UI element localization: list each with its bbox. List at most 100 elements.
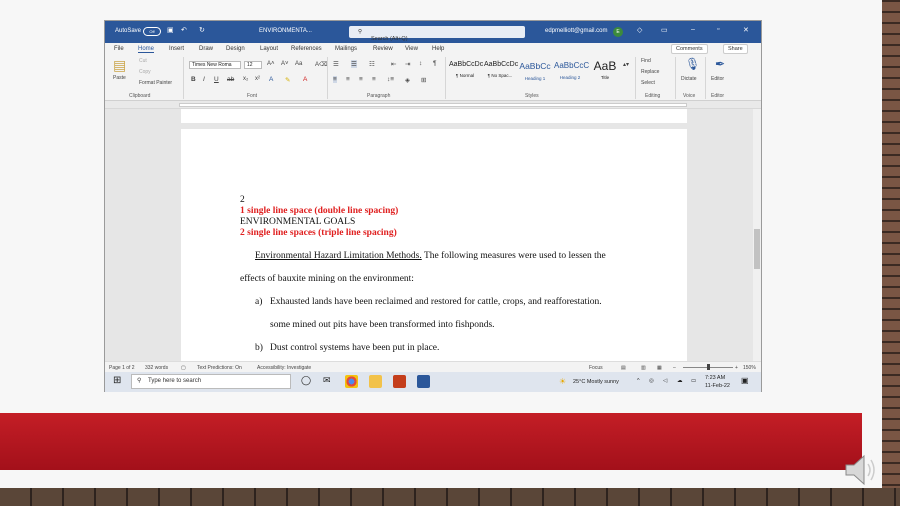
menu-home[interactable]: Home xyxy=(138,46,155,53)
focus-button[interactable]: Focus xyxy=(589,365,603,371)
menu-mailings[interactable]: Mailings xyxy=(335,46,357,52)
word-count[interactable]: 332 words xyxy=(145,365,168,371)
task-view-icon[interactable]: ◯ xyxy=(301,375,311,386)
align-center-icon[interactable]: ≡ xyxy=(346,76,350,83)
grow-font-icon[interactable]: A˄ xyxy=(267,61,275,67)
minimize-icon[interactable]: – xyxy=(691,26,695,33)
proofing-icon[interactable]: ▢ xyxy=(181,365,186,371)
menu-review[interactable]: Review xyxy=(373,46,393,52)
align-right-icon[interactable]: ≡ xyxy=(359,76,363,83)
windows-start-icon[interactable]: ⊞ xyxy=(113,375,121,386)
redo-icon[interactable]: ↻ xyxy=(199,26,205,34)
close-icon[interactable]: ✕ xyxy=(743,26,749,34)
undo-icon[interactable]: ↶ xyxy=(181,26,187,34)
select-button[interactable]: Select xyxy=(641,80,655,86)
sort-icon[interactable]: ↕ xyxy=(419,60,422,67)
shrink-font-icon[interactable]: A˅ xyxy=(281,61,289,67)
find-button[interactable]: Find xyxy=(641,58,651,64)
notifications-icon[interactable]: ▣ xyxy=(741,376,749,385)
styles-scroll-icon[interactable]: ▴▾ xyxy=(623,61,629,68)
menu-design[interactable]: Design xyxy=(226,46,245,52)
powerpoint-icon[interactable] xyxy=(393,375,406,388)
text-predictions[interactable]: Text Predictions: On xyxy=(197,365,242,371)
superscript-icon[interactable]: x² xyxy=(255,76,260,82)
replace-button[interactable]: Replace xyxy=(641,69,659,75)
page-count[interactable]: Page 1 of 2 xyxy=(109,365,135,371)
chevron-up-icon[interactable]: ^ xyxy=(637,378,640,384)
strikethrough-icon[interactable]: ab xyxy=(227,76,234,83)
shading-icon[interactable]: ◈ xyxy=(405,76,410,84)
share-button[interactable]: Share xyxy=(723,44,748,54)
paste-icon[interactable]: ▤ xyxy=(113,57,126,74)
increase-indent-icon[interactable]: ⇥ xyxy=(405,60,410,68)
menu-view[interactable]: View xyxy=(405,46,418,52)
bold-icon[interactable]: B xyxy=(191,76,196,83)
underline-icon[interactable]: U xyxy=(214,76,219,83)
menu-draw[interactable]: Draw xyxy=(199,46,213,52)
zoom-in-icon[interactable]: + xyxy=(735,365,738,371)
editor-icon[interactable]: ✒ xyxy=(715,57,725,71)
font-color-icon[interactable]: A xyxy=(303,76,307,83)
accessibility-status[interactable]: Accessibility: Investigate xyxy=(257,365,311,371)
font-name-select[interactable]: Times New Roma xyxy=(189,61,241,69)
decrease-indent-icon[interactable]: ⇤ xyxy=(391,60,396,68)
menu-help[interactable]: Help xyxy=(432,46,444,52)
zoom-level[interactable]: 150% xyxy=(743,365,756,371)
line-spacing-icon[interactable]: ↕≡ xyxy=(387,76,394,83)
document-page[interactable]: 2 1 single line space (double line spaci… xyxy=(181,129,687,361)
read-mode-icon[interactable]: ▤ xyxy=(621,365,626,371)
style-heading-1[interactable]: AaBbCc Heading 1 xyxy=(519,59,551,87)
speaker-icon[interactable] xyxy=(842,450,882,490)
mail-icon[interactable]: ✉ xyxy=(323,375,331,386)
comments-button[interactable]: Comments xyxy=(671,44,708,54)
word-icon[interactable] xyxy=(417,375,430,388)
weather-status[interactable]: 25°C Mostly sunny xyxy=(573,379,619,385)
format-painter-button[interactable]: Format Painter xyxy=(139,80,172,86)
paste-button[interactable]: Paste xyxy=(113,75,126,81)
clock-date[interactable]: 11-Feb-22 xyxy=(705,383,730,389)
autosave-toggle[interactable]: Off xyxy=(143,27,161,36)
battery-icon[interactable]: ▭ xyxy=(691,378,696,384)
cut-button[interactable]: Cut xyxy=(139,58,147,64)
avatar[interactable]: E xyxy=(613,27,623,37)
cloud-icon[interactable]: ☁ xyxy=(677,378,683,384)
font-size-select[interactable]: 12 xyxy=(244,61,262,69)
scrollbar-thumb[interactable] xyxy=(754,229,760,269)
copy-button[interactable]: Copy xyxy=(139,69,151,75)
chrome-icon[interactable] xyxy=(345,375,358,388)
print-layout-icon[interactable]: ▥ xyxy=(641,365,646,371)
horizontal-ruler[interactable] xyxy=(105,101,761,109)
zoom-slider-thumb[interactable] xyxy=(707,364,710,370)
menu-references[interactable]: References xyxy=(291,46,322,52)
numbering-icon[interactable]: ☰ xyxy=(351,60,357,68)
highlight-icon[interactable]: ✎ xyxy=(285,76,290,84)
borders-icon[interactable]: ⊞ xyxy=(421,76,426,84)
file-explorer-icon[interactable] xyxy=(369,375,382,388)
style-no-spacing[interactable]: AaBbCcDc ¶ No Spac... xyxy=(484,59,518,87)
diamond-icon[interactable]: ◇ xyxy=(637,26,642,34)
style-normal[interactable]: AaBbCcDc ¶ Normal xyxy=(449,59,483,87)
microphone-icon[interactable]: 🎙 xyxy=(685,57,700,71)
clock-time[interactable]: 7:23 AM xyxy=(705,375,725,381)
maximize-icon[interactable]: ▫ xyxy=(717,26,719,33)
change-case-icon[interactable]: Aa xyxy=(295,61,302,67)
italic-icon[interactable]: I xyxy=(203,76,205,83)
style-title[interactable]: AaB Title xyxy=(589,59,621,87)
taskbar-search[interactable]: ⚲ Type here to search xyxy=(131,374,291,389)
zoom-out-icon[interactable]: – xyxy=(673,365,676,371)
menu-layout[interactable]: Layout xyxy=(260,46,278,52)
ribbon-display-icon[interactable]: ▭ xyxy=(661,26,668,34)
search-box[interactable]: ⚲ Search (Alt+Q) xyxy=(349,26,525,42)
subscript-icon[interactable]: x₂ xyxy=(243,76,248,82)
style-heading-2[interactable]: AaBbCcC Heading 2 xyxy=(554,59,589,87)
save-icon[interactable]: ▣ xyxy=(167,26,174,34)
multilevel-list-icon[interactable]: ☷ xyxy=(369,60,375,68)
bullets-icon[interactable]: ☰ xyxy=(333,60,339,68)
network-icon[interactable]: ◎ xyxy=(649,378,654,384)
menu-file[interactable]: File xyxy=(114,46,124,52)
editor-button[interactable]: Editor xyxy=(711,76,724,82)
weather-icon[interactable]: ☀ xyxy=(559,377,566,386)
web-layout-icon[interactable]: ▦ xyxy=(657,365,662,371)
align-left-icon[interactable]: ≡ xyxy=(333,76,337,83)
volume-icon[interactable]: ◁ xyxy=(663,378,667,384)
